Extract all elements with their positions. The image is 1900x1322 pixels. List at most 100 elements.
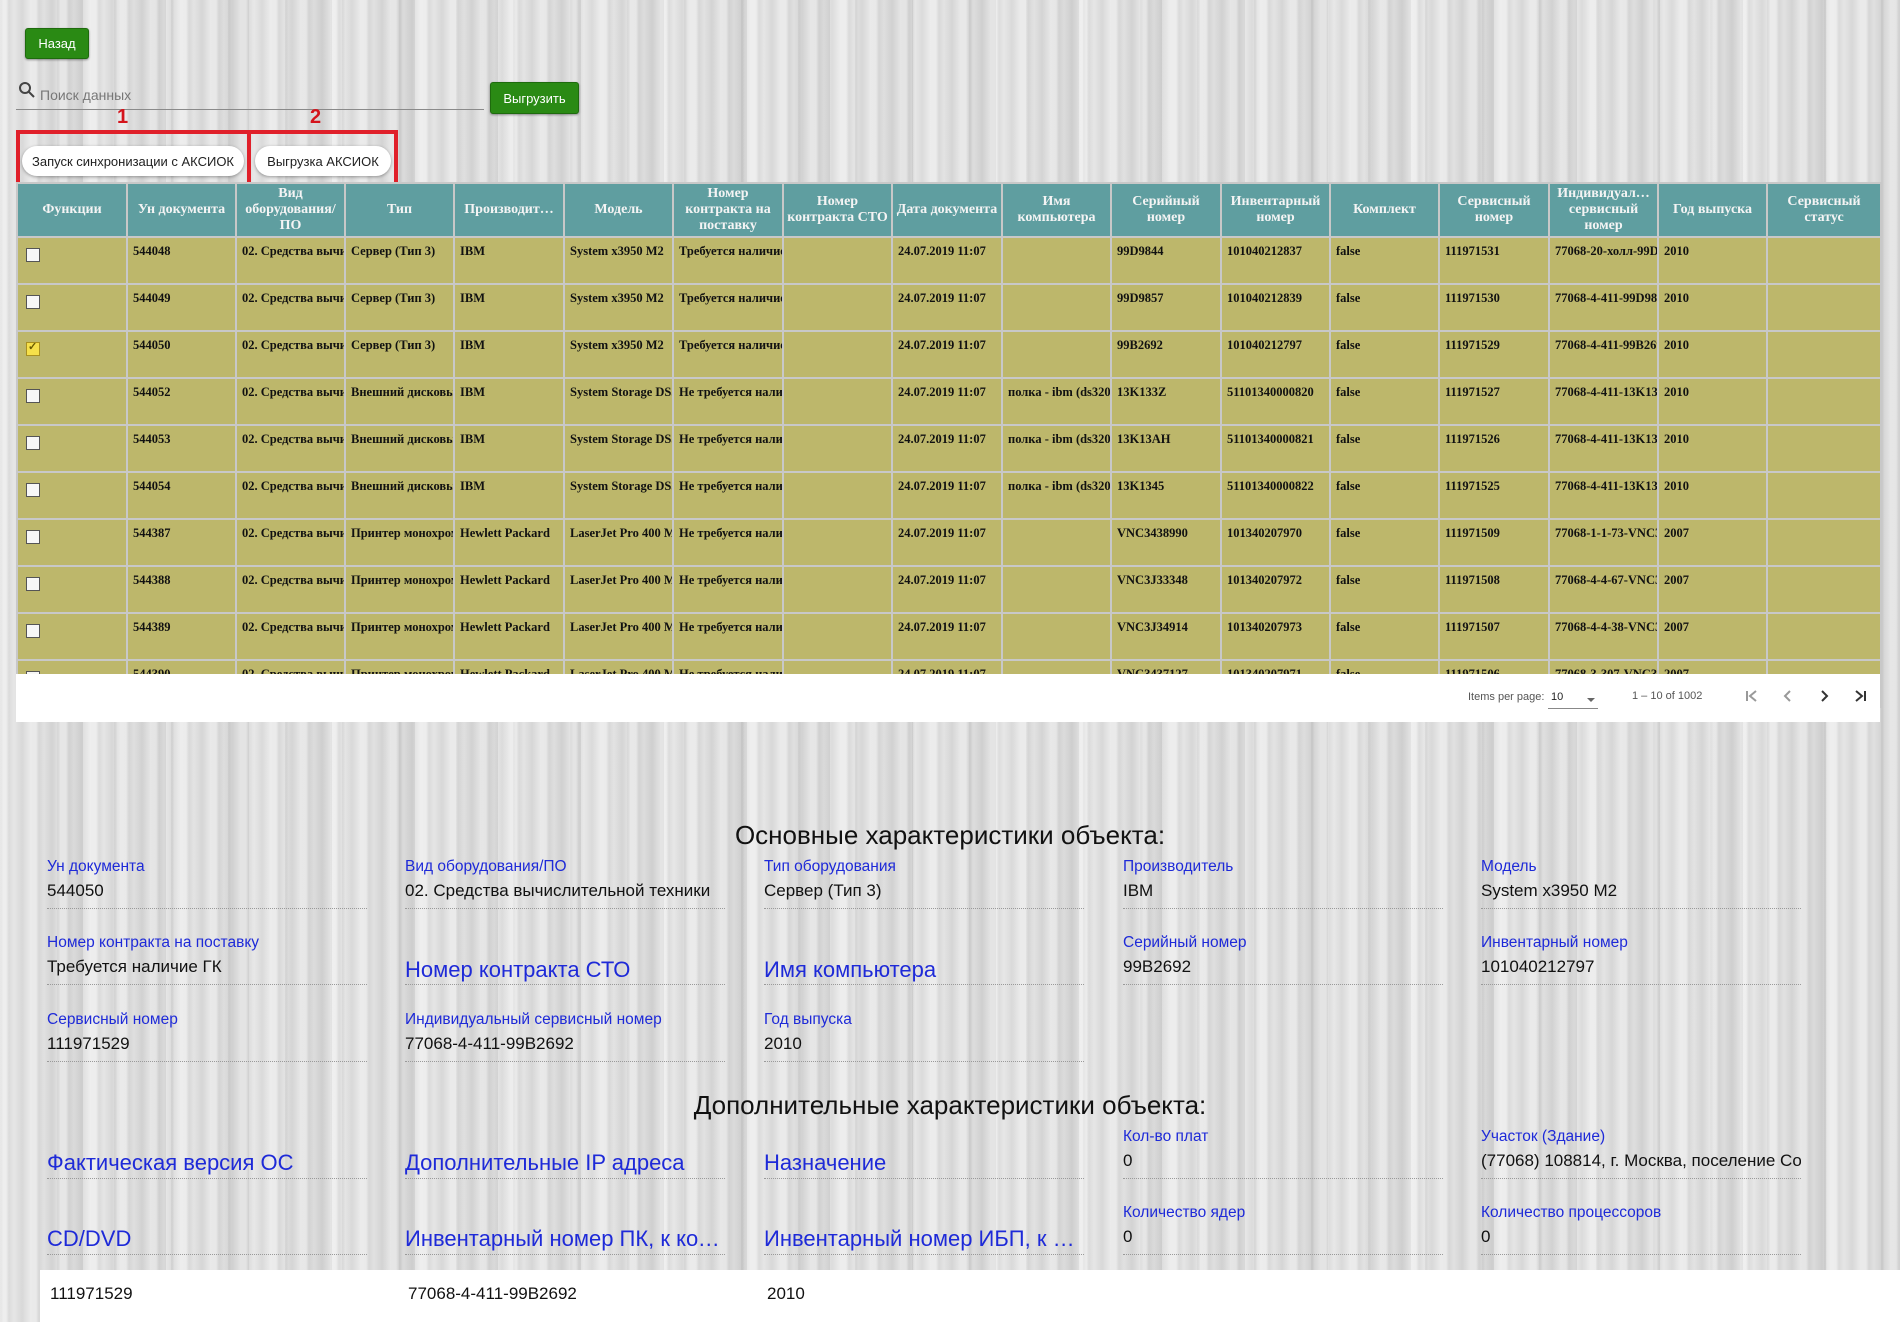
field-individual-service-number[interactable]: Индивидуальный сервисный номер 77068-4-4…	[405, 1011, 725, 1062]
table-cell: 101340207970	[1220, 518, 1331, 567]
table-cell: 101040212797	[1220, 330, 1331, 379]
field-release-year[interactable]: Год выпуска 2010	[764, 1011, 1084, 1062]
field-cpu-count[interactable]: Количество процессоров 0	[1481, 1204, 1801, 1255]
field-site-building[interactable]: Участок (Здание) (77068) 108814, г. Моск…	[1481, 1128, 1801, 1179]
column-header[interactable]: Инвентарный номер	[1220, 182, 1331, 238]
field-extra-ip[interactable]: Дополнительные IP адреса	[405, 1128, 725, 1179]
column-header[interactable]: Функции	[16, 182, 128, 238]
row-checkbox[interactable]	[26, 389, 40, 403]
field-label: Назначение	[764, 1150, 887, 1175]
field-computer-name[interactable]: Имя компьютера	[764, 934, 1084, 985]
table-cell: 111971507	[1438, 612, 1550, 661]
table-row[interactable]: 54405202. Средства вычислительной техник…	[16, 377, 1882, 426]
field-equipment-kind[interactable]: Вид оборудования/ПО 02. Средства вычисли…	[405, 858, 725, 909]
row-checkbox[interactable]	[26, 530, 40, 544]
table-row[interactable]: 54438902. Средства вычислительной техник…	[16, 612, 1882, 661]
field-sto-contract[interactable]: Номер контракта СТО	[405, 934, 725, 985]
table-cell: IBM	[453, 471, 565, 520]
table-cell: 24.07.2019 11:07	[891, 283, 1003, 332]
row-checkbox[interactable]	[26, 483, 40, 497]
field-boards-count[interactable]: Кол-во плат 0	[1123, 1128, 1443, 1179]
table-cell: 77068-4-411-13K133Z	[1548, 377, 1659, 426]
field-purpose[interactable]: Назначение	[764, 1128, 1084, 1179]
row-checkbox[interactable]	[26, 624, 40, 638]
column-header[interactable]: Номер контракта на поставку	[672, 182, 784, 238]
table-cell	[782, 236, 893, 285]
column-header[interactable]: Ун документа	[126, 182, 237, 238]
back-button[interactable]: Назад	[25, 28, 89, 59]
column-header[interactable]: Серийный номер	[1110, 182, 1222, 238]
field-label: Вид оборудования/ПО	[405, 858, 567, 875]
column-header[interactable]: Комплект	[1329, 182, 1440, 238]
column-header[interactable]: Год выпуска	[1657, 182, 1768, 238]
page-size-select[interactable]: 10	[1548, 684, 1598, 709]
field-cores-count[interactable]: Количество ядер 0	[1123, 1204, 1443, 1255]
field-equipment-type[interactable]: Тип оборудования Сервер (Тип 3)	[764, 858, 1084, 909]
search-input[interactable]	[38, 84, 482, 106]
upload-axiok-button[interactable]: Выгрузка АКСИОК	[255, 146, 391, 176]
table-row[interactable]: 54405002. Средства вычислительной техник…	[16, 330, 1882, 379]
column-header-label: Год выпуска	[1672, 202, 1753, 217]
table-cell: Не требуется наличие ГК	[672, 377, 784, 426]
row-checkbox[interactable]	[26, 436, 40, 450]
field-value: 101040212797	[1481, 957, 1595, 976]
table-cell	[782, 565, 893, 614]
next-page-button[interactable]	[1810, 684, 1838, 712]
field-inventory-number[interactable]: Инвентарный номер 101040212797	[1481, 934, 1801, 985]
field-value: 544050	[47, 881, 104, 900]
last-page-button[interactable]	[1846, 684, 1874, 712]
column-header[interactable]: Модель	[563, 182, 674, 238]
field-os-version[interactable]: Фактическая версия ОС	[47, 1128, 367, 1179]
field-serial-number[interactable]: Серийный номер 99B2692	[1123, 934, 1443, 985]
table-cell: false	[1329, 236, 1440, 285]
field-model[interactable]: Модель System x3950 M2	[1481, 858, 1801, 909]
column-header[interactable]: Сервисный номер	[1438, 182, 1550, 238]
table-row[interactable]: 54438702. Средства вычислительной техник…	[16, 518, 1882, 567]
table-row[interactable]: 54405402. Средства вычислительной техник…	[16, 471, 1882, 520]
table-cell: 544389	[126, 612, 237, 661]
column-header[interactable]: Сервисный статус	[1766, 182, 1882, 238]
table-cell: 99D9857	[1110, 283, 1222, 332]
row-checkbox[interactable]	[26, 248, 40, 262]
field-supply-contract[interactable]: Номер контракта на поставку Требуется на…	[47, 934, 367, 985]
prev-page-button[interactable]	[1774, 684, 1802, 712]
field-pc-inventory[interactable]: Инвентарный номер ПК, к которому подключ…	[405, 1204, 725, 1255]
column-header[interactable]: Имя компьютера	[1001, 182, 1112, 238]
column-header[interactable]: Тип	[344, 182, 455, 238]
field-value: 111971529	[47, 1034, 130, 1053]
column-header[interactable]: Вид оборудования/ПО	[235, 182, 346, 238]
main-section-title: Основные характеристики объекта:	[734, 820, 1166, 850]
column-header[interactable]: Дата документа	[891, 182, 1003, 238]
field-manufacturer[interactable]: Производитель IBM	[1123, 858, 1443, 909]
column-header[interactable]: Номер контракта СТО	[782, 182, 893, 238]
table-cell	[782, 330, 893, 379]
table-cell: полка - ibm (ds3200)	[1001, 424, 1112, 473]
search-icon	[18, 81, 36, 99]
table-cell: Не требуется наличие ГК	[672, 612, 784, 661]
row-checkbox[interactable]	[26, 340, 40, 356]
field-label: Имя компьютера	[764, 957, 937, 982]
first-page-button[interactable]	[1738, 684, 1766, 712]
row-checkbox[interactable]	[26, 295, 40, 309]
table-row[interactable]: 54404902. Средства вычислительной техник…	[16, 283, 1882, 332]
export-button[interactable]: Выгрузить	[490, 82, 579, 114]
field-ups-inventory[interactable]: Инвентарный номер ИБП, к которому подклю…	[764, 1204, 1084, 1255]
field-service-number[interactable]: Сервисный номер 111971529	[47, 1011, 367, 1062]
sync-axiok-button[interactable]: Запуск синхронизации с АКСИОК	[22, 146, 244, 176]
field-label: Год выпуска	[764, 1011, 852, 1028]
table-cell: 111971525	[1438, 471, 1550, 520]
table-cell: Не требуется наличие ГК	[672, 518, 784, 567]
table-row[interactable]: 54404802. Средства вычислительной техник…	[16, 236, 1882, 285]
table-cell: IBM	[453, 283, 565, 332]
table-row[interactable]: 54438802. Средства вычислительной техник…	[16, 565, 1882, 614]
table-row[interactable]: 54405302. Средства вычислительной техник…	[16, 424, 1882, 473]
field-cd-dvd[interactable]: CD/DVD	[47, 1204, 367, 1255]
field-doc-id[interactable]: Ун документа 544050	[47, 858, 367, 909]
select-cell	[16, 424, 128, 473]
column-header[interactable]: Производит…	[453, 182, 565, 238]
table-cell	[1001, 283, 1112, 332]
row-checkbox[interactable]	[26, 577, 40, 591]
column-header[interactable]: Индивидуал… сервисный номер	[1548, 182, 1659, 238]
table-cell: 101340207973	[1220, 612, 1331, 661]
field-label: Фактическая версия ОС	[47, 1150, 294, 1175]
